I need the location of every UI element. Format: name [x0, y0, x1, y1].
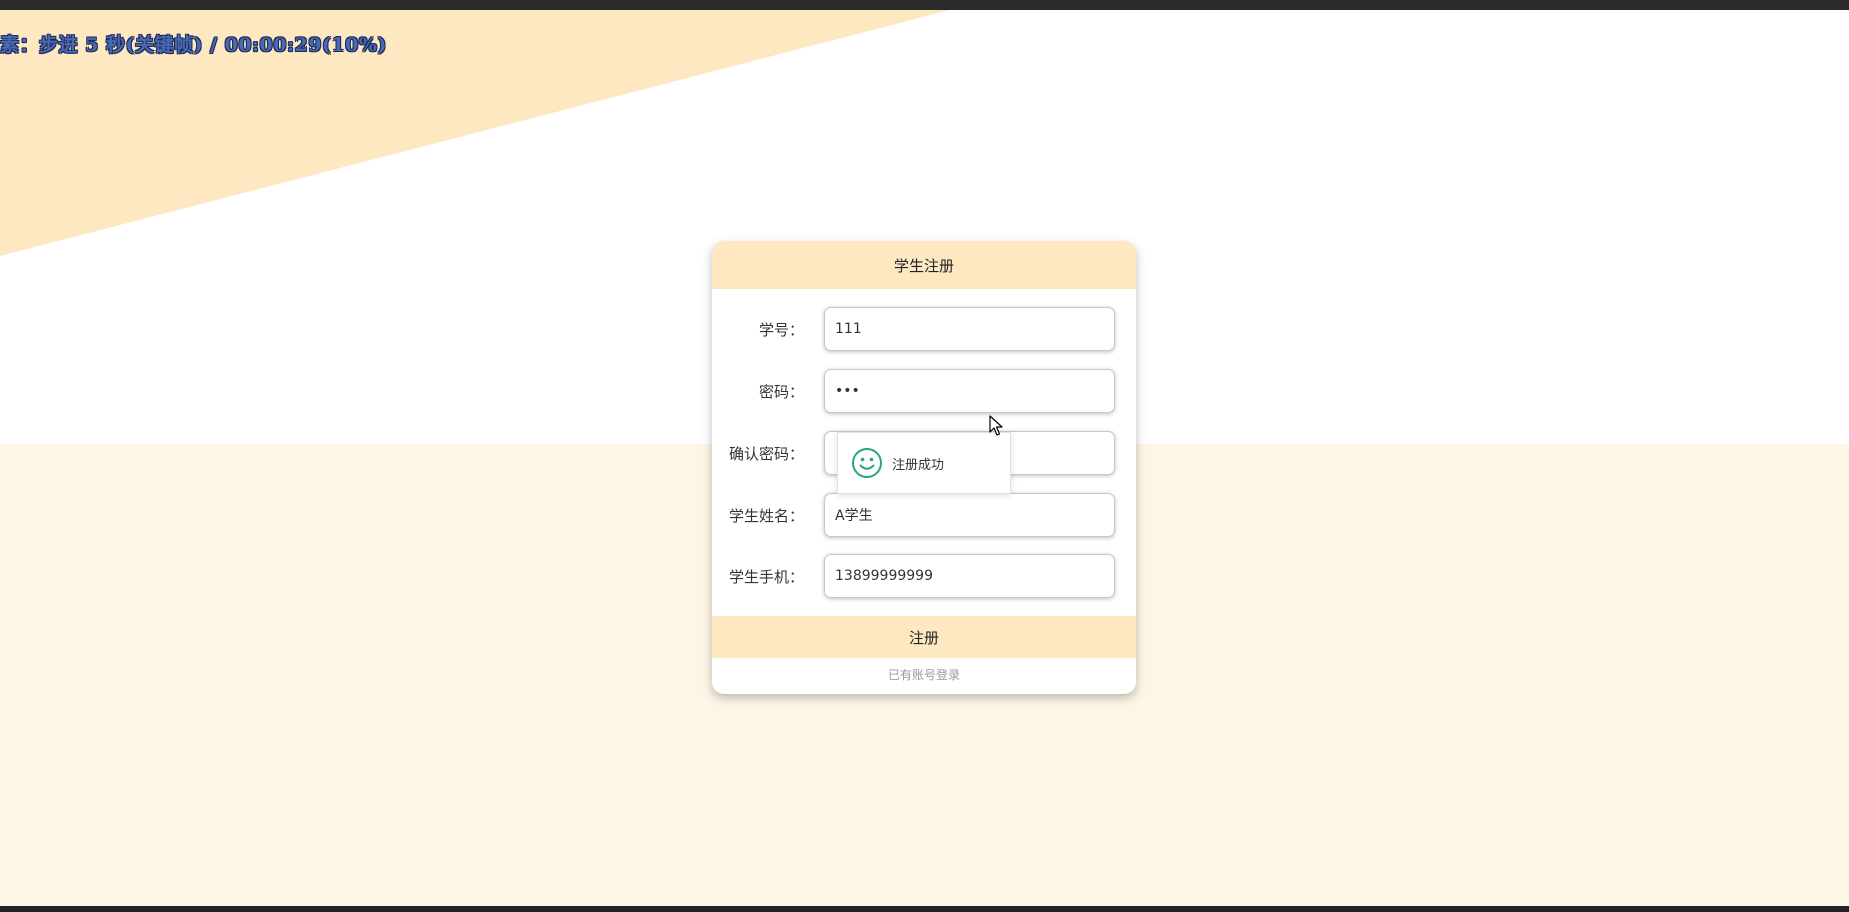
player-overlay-caption: 素：步进 5 秒(关键帧) / 00:00:29(10%): [0, 34, 387, 56]
register-button[interactable]: 注册: [712, 616, 1136, 658]
student-name-input[interactable]: [824, 493, 1115, 537]
student-phone-label: 学生手机：: [728, 567, 804, 586]
success-toast: 注册成功: [837, 432, 1011, 494]
toast-message: 注册成功: [892, 457, 945, 473]
student-id-input[interactable]: [824, 307, 1115, 351]
form-row-student-id: 学号：: [712, 307, 1136, 351]
password-label: 密码：: [758, 382, 804, 401]
form-row-password: 密码：: [712, 369, 1136, 413]
student-name-label: 学生姓名：: [728, 506, 804, 525]
register-card-title: 学生注册: [712, 241, 1136, 289]
confirm-password-label: 确认密码：: [728, 444, 804, 463]
form-row-student-name: 学生姓名：: [712, 493, 1136, 537]
mouse-cursor-icon: [989, 415, 1003, 436]
student-id-label: 学号：: [758, 320, 804, 339]
window-top-bar: [0, 0, 1849, 10]
password-input[interactable]: [824, 369, 1115, 413]
login-link[interactable]: 已有账号登录: [712, 666, 1136, 686]
smile-icon: [852, 448, 882, 478]
student-phone-input[interactable]: [824, 554, 1115, 598]
form-row-student-phone: 学生手机：: [712, 554, 1136, 598]
window-bottom-bar: [0, 906, 1849, 912]
